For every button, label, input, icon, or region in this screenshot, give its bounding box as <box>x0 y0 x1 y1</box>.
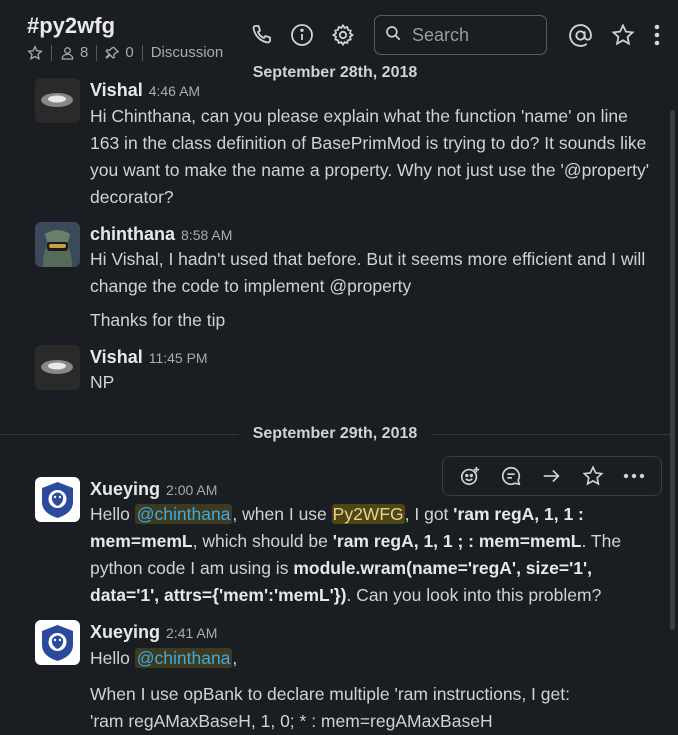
avatar[interactable] <box>35 222 80 267</box>
text-segment: , I got <box>404 504 454 524</box>
message-header: chinthana 8:58 AM <box>90 224 232 245</box>
search-input[interactable] <box>410 23 544 47</box>
timestamp[interactable]: 2:00 AM <box>166 482 217 498</box>
timestamp[interactable]: 2:41 AM <box>166 625 217 641</box>
search-box[interactable] <box>374 15 547 55</box>
user-mention[interactable]: @chinthana <box>134 504 233 524</box>
message-text: Hi Vishal, I hadn't used that before. Bu… <box>90 249 646 296</box>
info-icon[interactable] <box>289 22 315 48</box>
text-segment: , when I use <box>232 504 332 524</box>
search-icon <box>384 24 402 47</box>
message-text: NP <box>90 372 115 392</box>
at-icon[interactable] <box>567 22 593 48</box>
sender-name[interactable]: Vishal <box>90 347 143 367</box>
date-divider: September 29th, 2018 <box>0 420 670 450</box>
save-star-icon[interactable] <box>579 462 607 490</box>
channel-name[interactable]: #py2wfg <box>27 13 115 39</box>
more-actions-icon[interactable] <box>620 462 648 490</box>
message-header: Xueying 2:41 AM <box>90 622 217 643</box>
avatar[interactable] <box>35 620 80 665</box>
reply-in-thread-icon[interactable] <box>497 462 525 490</box>
message-text: 'ram regAMaxBaseH, 1, 0; * : mem=regAMax… <box>90 711 493 731</box>
text-segment: . Can you look into this problem? <box>346 585 602 605</box>
text-segment: Hello <box>90 648 135 668</box>
avatar[interactable] <box>35 345 80 390</box>
star-icon[interactable] <box>610 22 636 48</box>
highlighted-keyword: Py2WFG <box>331 504 405 524</box>
message-text: When I use opBank to declare multiple 'r… <box>90 684 570 704</box>
user-mention[interactable]: @chinthana <box>134 648 233 668</box>
add-reaction-icon[interactable] <box>456 462 484 490</box>
timestamp[interactable]: 8:58 AM <box>181 227 232 243</box>
timestamp[interactable]: 11:45 PM <box>149 350 208 366</box>
text-segment: Hello <box>90 504 135 524</box>
sender-name[interactable]: Xueying <box>90 479 160 499</box>
avatar[interactable] <box>35 477 80 522</box>
bold-text: 'ram regA, 1, 1 ; : mem=memL <box>332 531 582 551</box>
sender-name[interactable]: chinthana <box>90 224 175 244</box>
message-header: Vishal 4:46 AM <box>90 80 200 101</box>
sender-name[interactable]: Vishal <box>90 80 143 100</box>
timestamp[interactable]: 4:46 AM <box>149 83 200 99</box>
sender-name[interactable]: Xueying <box>90 622 160 642</box>
more-vertical-icon[interactable] <box>647 22 667 48</box>
text-segment: , <box>232 648 238 668</box>
text-segment: , which should be <box>192 531 333 551</box>
message-text: Hello @chinthana, <box>90 645 660 672</box>
share-message-icon[interactable] <box>538 462 566 490</box>
phone-icon[interactable] <box>248 22 274 48</box>
message-header: Vishal 11:45 PM <box>90 347 208 368</box>
message-actions-toolbar <box>442 456 662 496</box>
scrollbar[interactable] <box>670 110 675 630</box>
message-text: Hi Chinthana, can you please explain wha… <box>90 106 650 207</box>
message-text: Hello @chinthana, when I use Py2WFG, I g… <box>90 501 660 609</box>
date-label[interactable]: September 29th, 2018 <box>238 425 432 443</box>
message-header: Xueying 2:00 AM <box>90 479 217 500</box>
date-label[interactable]: September 28th, 2018 <box>238 64 432 82</box>
message-text: Thanks for the tip <box>90 310 226 330</box>
gear-icon[interactable] <box>330 22 356 48</box>
avatar[interactable] <box>35 78 80 123</box>
